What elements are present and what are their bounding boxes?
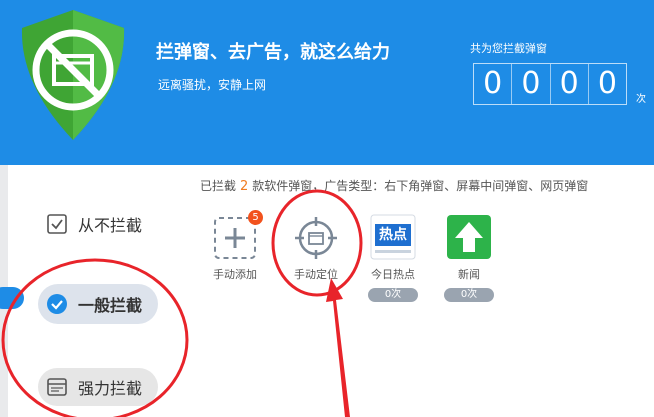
counter-label: 共为您拦截弹窗 (470, 42, 547, 55)
add-icon: 5 (213, 210, 263, 260)
popup-blocker-window: { "header": { "headline": "拦弹窗、去广告，就这么给力… (0, 0, 654, 417)
news-arrow-icon (446, 214, 492, 260)
header-banner: 拦弹窗、去广告，就这么给力 远离骚扰，安静上网 共为您拦截弹窗 0 0 0 0 … (0, 0, 654, 165)
news-tile[interactable]: 新闻 0次 (434, 214, 504, 302)
blocked-counter: 0 0 0 0 (473, 63, 627, 105)
subline-text: 远离骚扰，安静上网 (158, 78, 267, 92)
news-count: 0次 (444, 288, 494, 302)
news-label: 新闻 (458, 268, 480, 281)
crosshair-icon (294, 216, 338, 260)
blocked-info-text: 已拦截 2 款软件弹窗，广告类型：右下角弹窗、屏幕中间弹窗、网页弹窗 (200, 177, 588, 194)
manual-locate-button[interactable]: 手动定位 (281, 216, 351, 282)
counter-digit: 0 (597, 66, 617, 101)
window-icon (46, 376, 68, 398)
hot-news-icon: 热点 (370, 214, 416, 260)
counter-digit: 0 (512, 64, 551, 104)
mode-never-block[interactable]: 从不拦截 (46, 212, 142, 236)
mode-normal-label: 一般拦截 (78, 296, 143, 315)
checkbox-window-icon (46, 213, 68, 235)
manual-add-label: 手动添加 (213, 268, 257, 281)
counter-digit: 0 (474, 64, 513, 104)
mode-strong-block[interactable]: 强力拦截 (38, 368, 158, 406)
mode-strong-label: 强力拦截 (78, 379, 143, 398)
check-circle-icon (46, 293, 68, 315)
mode-normal-block[interactable]: 一般拦截 (38, 284, 158, 324)
info-count: 2 (240, 179, 249, 194)
manual-locate-label: 手动定位 (294, 268, 338, 281)
counter-digit: 0 (551, 64, 589, 104)
hot-news-icon-text: 热点 (379, 227, 407, 243)
add-badge: 5 (248, 210, 263, 225)
info-prefix: 已拦截 (200, 179, 237, 193)
mode-never-label: 从不拦截 (78, 216, 143, 235)
annotation-arrow (326, 278, 350, 417)
info-suffix: 款软件弹窗，广告类型：右下角弹窗、屏幕中间弹窗、网页弹窗 (252, 179, 589, 193)
today-hot-label: 今日热点 (371, 268, 415, 281)
manual-add-button[interactable]: 5 手动添加 (200, 210, 270, 282)
shield-logo-icon (21, 10, 125, 140)
today-hot-count: 0次 (368, 288, 418, 302)
headline-text: 拦弹窗、去广告，就这么给力 (156, 42, 390, 63)
today-hot-tile[interactable]: 热点 今日热点 0次 (358, 214, 428, 302)
counter-unit: 次 (636, 94, 646, 105)
mode-slider-handle[interactable] (0, 287, 24, 309)
